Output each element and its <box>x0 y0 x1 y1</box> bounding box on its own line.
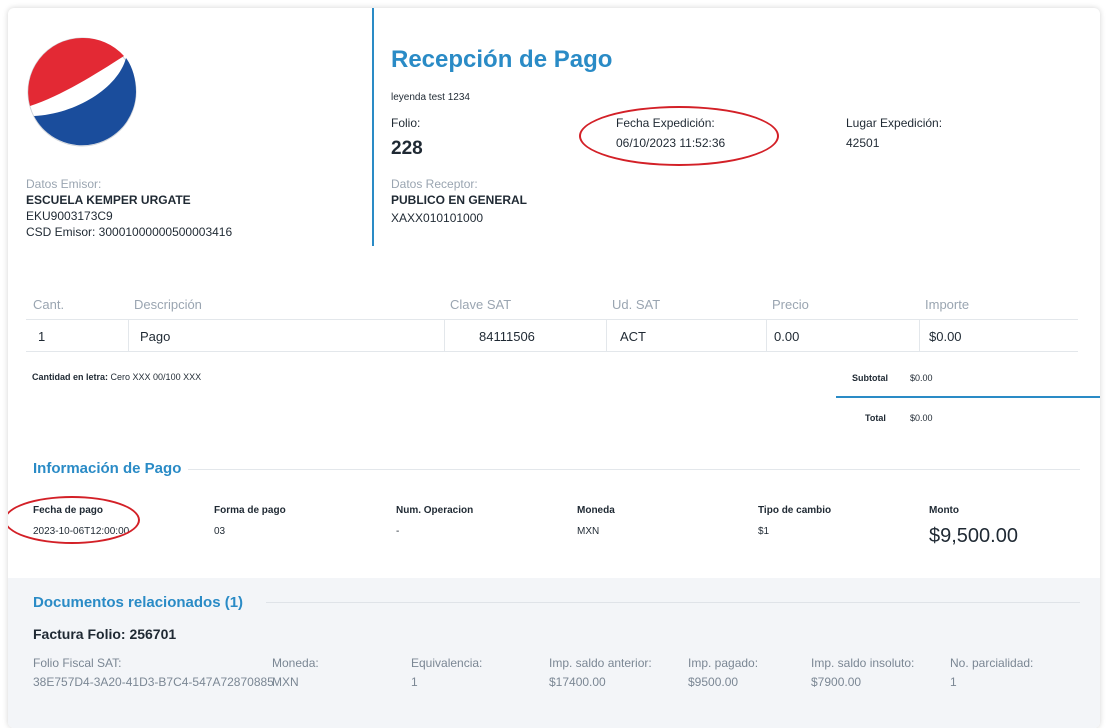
col-header-precio: Precio <box>772 297 809 312</box>
table-header-divider <box>26 319 1078 320</box>
cell-descripcion: Pago <box>140 329 171 344</box>
emisor-label: Datos Emisor: <box>26 177 102 191</box>
tipo-cambio-label: Tipo de cambio <box>758 505 832 516</box>
emisor-name: ESCUELA KEMPER URGATE <box>26 193 191 207</box>
total-value: $0.00 <box>910 413 933 423</box>
leyenda-text: leyenda test 1234 <box>391 92 470 103</box>
payment-receipt-card: Datos Emisor: ESCUELA KEMPER URGATE EKU9… <box>8 8 1100 728</box>
page-title: Recepción de Pago <box>391 46 613 73</box>
docs-section-title: Documentos relacionados (1) <box>33 594 244 611</box>
cantidad-letra: Cantidad en letra: Cero XXX 00/100 XXX <box>32 372 202 382</box>
total-label: Total <box>865 413 886 423</box>
folio-fiscal-label: Folio Fiscal SAT: <box>33 656 122 670</box>
num-operacion-label: Num. Operacion <box>396 505 474 516</box>
cell-cant: 1 <box>38 329 46 344</box>
emisor-csd: CSD Emisor: 30001000000500003416 <box>26 225 233 239</box>
cell-clave-sat: 84111506 <box>479 329 535 344</box>
folio-fiscal-value: 38E757D4-3A20-41D3-B7C4-547A72870885 <box>33 675 274 689</box>
receptor-label: Datos Receptor: <box>391 177 478 191</box>
col-header-ud-sat: Ud. SAT <box>612 297 661 312</box>
monto-value: $9,500.00 <box>929 525 1018 547</box>
folio-label: Folio: <box>391 116 421 130</box>
col-header-importe: Importe <box>925 297 970 312</box>
parcialidad-label: No. parcialidad: <box>950 656 1034 670</box>
pepsi-logo-icon <box>27 37 137 147</box>
subtotal-value: $0.00 <box>910 373 933 383</box>
cell-importe: $0.00 <box>929 329 962 344</box>
imp-pagado-label: Imp. pagado: <box>688 656 759 670</box>
receptor-name: PUBLICO EN GENERAL <box>391 193 528 207</box>
lugar-expedicion-label: Lugar Expedición: <box>846 116 943 130</box>
moneda-value: MXN <box>577 526 600 537</box>
receptor-rfc: XAXX010101000 <box>391 211 484 225</box>
col-header-clave-sat: Clave SAT <box>450 297 512 312</box>
subtotal-label: Subtotal <box>852 373 888 383</box>
monto-label: Monto <box>929 505 959 516</box>
pago-section-title: Información de Pago <box>33 460 182 477</box>
emisor-rfc: EKU9003173C9 <box>26 209 113 223</box>
saldo-anterior-label: Imp. saldo anterior: <box>549 656 652 670</box>
moneda-label: Moneda <box>577 505 615 516</box>
num-operacion-value: - <box>396 526 400 537</box>
totals-divider <box>836 396 1100 398</box>
forma-pago-value: 03 <box>214 526 226 537</box>
saldo-insoluto-label: Imp. saldo insoluto: <box>811 656 915 670</box>
fecha-pago-highlight-annotation <box>8 496 140 544</box>
saldo-insoluto-value: $7900.00 <box>811 675 862 689</box>
lugar-expedicion-value: 42501 <box>846 136 880 150</box>
folio-value: 228 <box>391 138 423 159</box>
col-header-descripcion: Descripción <box>134 297 202 312</box>
table-row-divider <box>26 351 1078 352</box>
saldo-anterior-value: $17400.00 <box>549 675 606 689</box>
equivalencia-value: 1 <box>411 675 418 689</box>
factura-folio: Factura Folio: 256701 <box>33 626 177 642</box>
imp-pagado-value: $9500.00 <box>688 675 739 689</box>
doc-moneda-label: Moneda: <box>272 656 319 670</box>
header-divider <box>372 8 374 246</box>
cell-ud-sat: ACT <box>620 329 646 344</box>
fecha-expedicion-highlight-annotation <box>579 106 779 166</box>
cell-precio: 0.00 <box>774 329 800 344</box>
tipo-cambio-value: $1 <box>758 526 770 537</box>
equivalencia-label: Equivalencia: <box>411 656 483 670</box>
parcialidad-value: 1 <box>950 675 957 689</box>
doc-moneda-value: MXN <box>272 675 299 689</box>
col-header-cant: Cant. <box>33 297 65 312</box>
forma-pago-label: Forma de pago <box>214 505 286 516</box>
